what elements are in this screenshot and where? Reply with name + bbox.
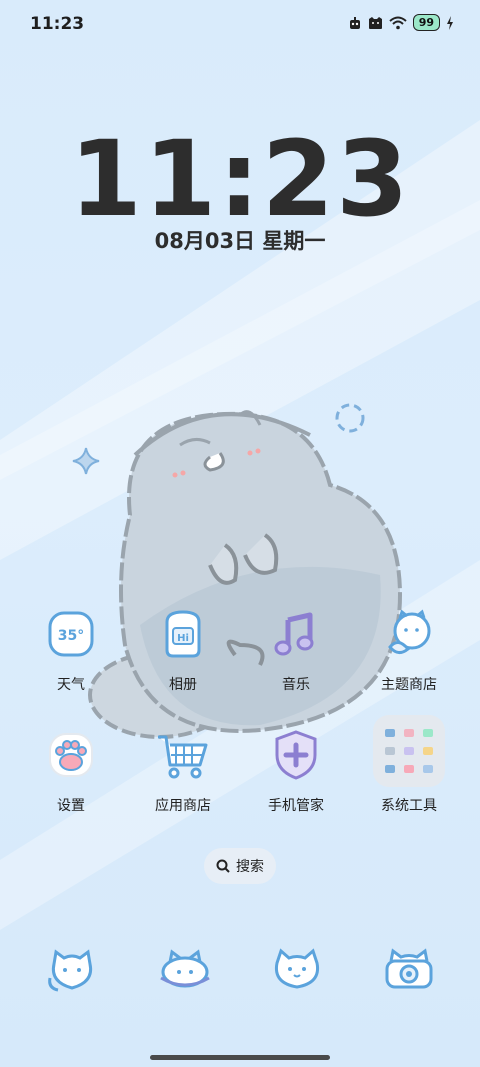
photo-album-icon: Hi	[155, 606, 211, 662]
dock-browser[interactable]	[262, 935, 332, 1005]
cat-phone-icon	[48, 949, 93, 992]
svg-text:35°: 35°	[58, 628, 84, 644]
cat-theme-icon	[381, 606, 437, 662]
app-label: 手机管家	[268, 798, 324, 814]
search-label: 搜索	[236, 859, 264, 875]
app-weather[interactable]: 35° 天气	[16, 606, 126, 694]
app-label: 音乐	[282, 677, 310, 693]
music-note-icon	[268, 606, 324, 662]
status-icons: 99	[348, 14, 454, 31]
search-icon	[216, 859, 230, 873]
status-bar: 11:23 99	[0, 0, 480, 50]
dock-phone[interactable]	[37, 935, 107, 1005]
robot-icon	[349, 16, 360, 29]
charging-icon	[447, 15, 453, 30]
dock-messages[interactable]	[150, 935, 220, 1005]
app-phone-manager[interactable]: 手机管家	[241, 727, 351, 815]
app-label: 系统工具	[381, 798, 437, 814]
app-photo-album[interactable]: Hi 相册	[128, 606, 238, 694]
battery-icon: 99	[412, 14, 440, 31]
search-button[interactable]: 搜索	[204, 848, 276, 884]
app-store[interactable]: 应用商店	[128, 727, 238, 815]
paw-icon	[43, 727, 99, 783]
lock-clock-time: 11:23	[69, 118, 411, 240]
app-label: 主题商店	[381, 677, 437, 693]
app-label: 设置	[57, 798, 85, 814]
dock-camera[interactable]	[374, 935, 444, 1005]
app-label: 应用商店	[155, 798, 211, 814]
home-indicator[interactable]	[150, 1055, 330, 1060]
app-label: 天气	[57, 677, 85, 693]
cat-wallpaper-illustration	[88, 410, 403, 739]
lock-clock-date: 08月03日 星期一	[154, 229, 326, 253]
folder-icon	[373, 715, 445, 787]
status-time: 11:23	[30, 14, 85, 34]
app-music[interactable]: 音乐	[241, 606, 351, 694]
app-theme-store[interactable]: 主题商店	[354, 606, 464, 694]
svg-text:Hi: Hi	[177, 633, 189, 644]
cat-camera-icon	[385, 948, 433, 989]
app-settings[interactable]: 设置	[16, 727, 126, 815]
shopping-cart-icon	[155, 727, 211, 783]
shield-plus-icon	[268, 727, 324, 783]
app-label: 相册	[169, 677, 197, 693]
cat-face-icon	[368, 16, 382, 29]
app-system-tools-folder[interactable]: 系统工具	[354, 715, 464, 815]
weather-icon: 35°	[43, 606, 99, 662]
cat-message-icon	[160, 949, 210, 988]
cat-browser-icon	[274, 948, 320, 989]
wifi-icon	[389, 16, 407, 29]
